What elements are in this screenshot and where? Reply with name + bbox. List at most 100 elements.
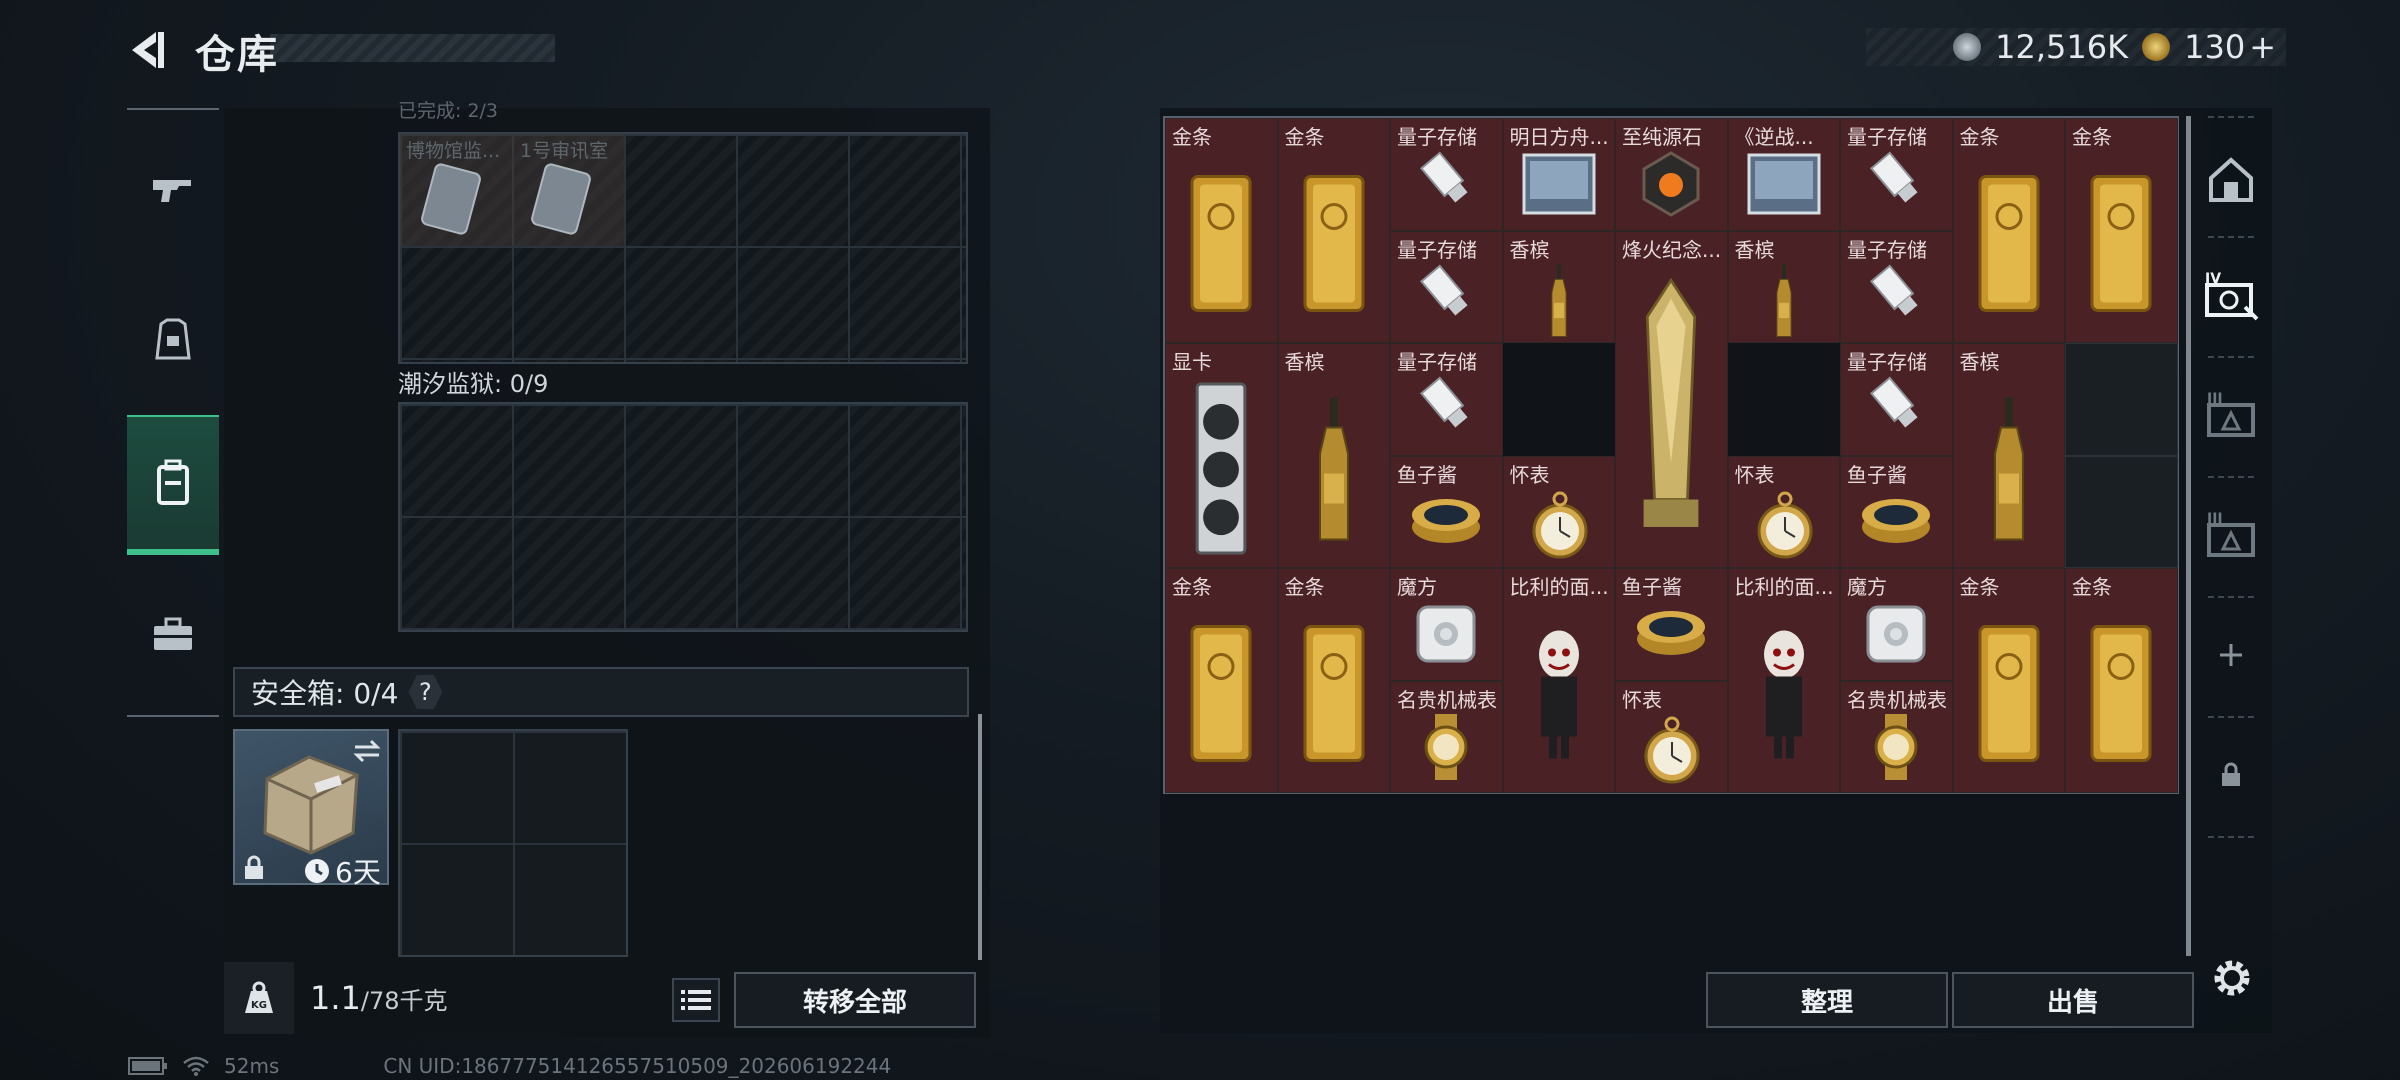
usb-icon [1866, 149, 1926, 213]
left-scrollbar[interactable] [978, 714, 982, 960]
list-view-button[interactable] [672, 978, 720, 1022]
inventory-item[interactable]: 量子存储 [1840, 230, 1953, 343]
armor-icon [155, 318, 191, 360]
inventory-item[interactable]: 《逆战... [1727, 118, 1840, 231]
sell-button[interactable]: 出售 [1952, 972, 2194, 1028]
premium-value: 130 [2184, 28, 2246, 66]
add-currency-button[interactable]: + [2249, 28, 2276, 66]
weight-capacity: /78千克 [360, 986, 448, 1015]
inventory-item[interactable]: 怀表 [1727, 455, 1840, 568]
nav-weapons[interactable] [127, 120, 219, 260]
swap-icon[interactable] [351, 737, 383, 765]
nav-storage-house[interactable] [2196, 124, 2266, 234]
weight-icon: KG [245, 981, 273, 1013]
item-label: 怀表 [1734, 462, 1775, 487]
inventory-item[interactable]: 至纯源石 [1615, 118, 1728, 231]
transfer-all-button[interactable]: 转移全部 [734, 972, 976, 1028]
wrist-icon [1861, 712, 1931, 786]
item-label: 鱼子酱 [1847, 462, 1907, 487]
inventory-item[interactable]: 金条 [1952, 568, 2065, 793]
house-icon [2209, 157, 2253, 202]
gold-icon [1299, 599, 1369, 792]
item-label: 量子存储 [1397, 237, 1477, 262]
storage-grid-2[interactable] [398, 402, 968, 632]
inventory-item[interactable]: 金条 [2065, 568, 2178, 793]
tin-icon [1408, 487, 1484, 551]
doll-icon [1744, 599, 1824, 792]
settings-button[interactable] [2204, 950, 2260, 1006]
inventory-item[interactable]: 香槟 [1952, 343, 2065, 568]
inventory-item[interactable]: 香槟 [1727, 230, 1840, 343]
item-label: 《逆战... [1734, 125, 1814, 149]
currency-bar: 12,516K 130 + [1866, 28, 2286, 66]
ping-value: 52ms [224, 1054, 280, 1078]
inventory-item[interactable]: 名贵机械表 [1390, 680, 1503, 793]
empty-slot[interactable] [2065, 455, 2178, 568]
inventory-item[interactable]: 金条 [1952, 118, 2065, 343]
inventory-item[interactable]: 量子存储 [1840, 343, 1953, 456]
usb-icon [1416, 262, 1476, 326]
help-button[interactable]: ? [408, 675, 443, 709]
right-nav: IV III III [2196, 108, 2266, 938]
safe-case-icon [263, 755, 359, 855]
inventory-item[interactable]: 鱼子酱 [1390, 455, 1503, 568]
cube-icon [1408, 599, 1484, 673]
locked-slot[interactable] [2196, 720, 2266, 830]
lock-icon [2222, 762, 2240, 786]
inventory-item[interactable]: 怀表 [1502, 455, 1615, 568]
inventory-item[interactable]: 金条 [1277, 118, 1390, 343]
nav-safe-level4[interactable]: IV [2196, 240, 2266, 350]
gear-icon [2214, 960, 2250, 996]
tin-icon [1858, 487, 1934, 551]
inventory-item[interactable]: 香槟 [1277, 343, 1390, 568]
nav-armor[interactable] [127, 270, 219, 410]
inventory-item[interactable]: 鱼子酱 [1615, 568, 1728, 681]
inventory-item[interactable]: 名贵机械表 [1840, 680, 1953, 793]
item-label: 量子存储 [1397, 350, 1477, 374]
inventory-item[interactable]: 烽火纪念... [1615, 230, 1728, 568]
inventory-item[interactable]: 量子存储 [1390, 118, 1503, 231]
ore-icon [1636, 149, 1706, 223]
empty-slot[interactable] [2065, 343, 2178, 456]
storage-grid-1[interactable]: 博物馆监... 1号审讯室 [398, 132, 968, 364]
inventory-item[interactable]: 金条 [1165, 118, 1278, 343]
list-icon [681, 990, 711, 1010]
safe-box-slots[interactable] [398, 729, 628, 957]
coins-value: 12,516K [1995, 28, 2129, 66]
right-scrollbar[interactable] [2186, 116, 2191, 956]
inventory-item[interactable]: 怀表 [1615, 680, 1728, 793]
inventory-item[interactable]: 鱼子酱 [1840, 455, 1953, 568]
inventory-item[interactable]: 魔方 [1840, 568, 1953, 681]
inventory-item[interactable]: 比利的面... [1502, 568, 1615, 793]
storage-item-slot[interactable]: 博物馆监... 1号审讯室 [400, 134, 624, 246]
inventory-item[interactable]: 显卡 [1165, 343, 1278, 568]
inventory-item[interactable]: 香槟 [1502, 230, 1615, 343]
inventory-item[interactable]: 金条 [1165, 568, 1278, 793]
weapon-icon [153, 180, 191, 202]
item-label: 金条 [1172, 125, 1212, 149]
svg-text:IV: IV [2205, 271, 2221, 287]
add-storage-button[interactable] [2196, 600, 2266, 710]
item-label: 至纯源石 [1622, 125, 1702, 149]
inventory-item[interactable]: 金条 [1277, 568, 1390, 793]
nav-backpack[interactable] [127, 415, 219, 555]
battery-icon [128, 1057, 167, 1075]
inventory-item[interactable]: 量子存储 [1840, 118, 1953, 231]
nav-safe-level3[interactable]: III [2196, 360, 2266, 470]
inventory-item[interactable]: 金条 [2065, 118, 2178, 343]
sort-button[interactable]: 整理 [1706, 972, 1948, 1028]
gold-icon [1186, 599, 1256, 792]
inventory-item[interactable]: 魔方 [1390, 568, 1503, 681]
safe-box-item[interactable]: 6天 [233, 729, 389, 889]
inventory-item[interactable]: 量子存储 [1390, 343, 1503, 456]
back-button[interactable] [118, 22, 178, 78]
item-label: 魔方 [1847, 575, 1887, 599]
item-label: 香槟 [1284, 350, 1325, 374]
nav-briefcase[interactable] [127, 565, 219, 705]
inventory-item[interactable]: 明日方舟... [1502, 118, 1615, 231]
item-label: 香槟 [1734, 237, 1775, 262]
inventory-item[interactable]: 比利的面... [1727, 568, 1840, 793]
inventory-item[interactable]: 量子存储 [1390, 230, 1503, 343]
cube-icon [1858, 599, 1934, 673]
nav-safe-level2[interactable]: III [2196, 480, 2266, 590]
